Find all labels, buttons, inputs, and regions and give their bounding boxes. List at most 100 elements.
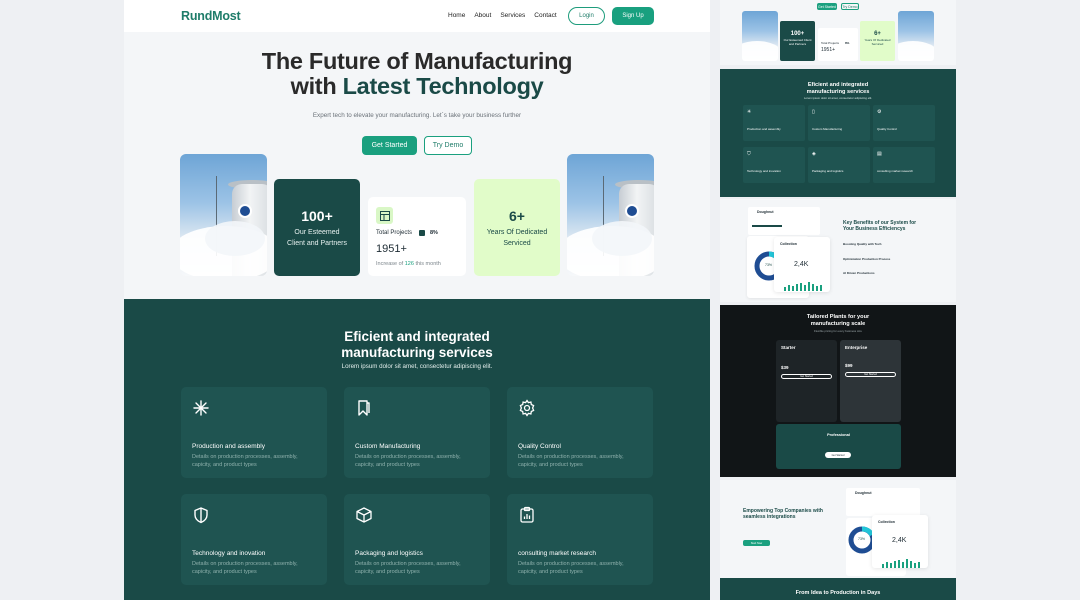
gear-icon: ⚙	[877, 109, 882, 115]
preview-service-card: ⛉ Technology and inovation	[743, 147, 805, 183]
hero-title-line1: The Future of Manufacturing	[261, 48, 573, 74]
service-title: Technology and inovation	[192, 550, 266, 557]
preview-enterprise-button[interactable]: Get Started	[845, 372, 896, 377]
service-title: Packaging and logistics	[355, 550, 423, 557]
gear-icon	[519, 399, 535, 417]
preview-idea-title: From Idea to Production in Days	[795, 590, 881, 596]
sparkle-icon	[193, 400, 209, 416]
preview-int-collection-card: Collection 2,4K	[872, 515, 928, 568]
service-card[interactable]: consulting market research Details on pr…	[507, 494, 653, 585]
preview-integrations-title: Empowering Top Companies with seamless in…	[743, 508, 823, 520]
service-desc: Details on production processes, assembl…	[192, 454, 298, 468]
screenshot-stage: RundMost Home About Services Contact Log…	[0, 0, 1080, 600]
layout-icon	[376, 207, 393, 224]
projects-increase: Increase of 126 this month	[376, 261, 441, 267]
preview-benefits-title: Key Benefits of our System for Your Busin…	[843, 220, 917, 232]
silo-logo	[625, 204, 639, 218]
clients-value: 100+	[301, 208, 333, 224]
preview-try-demo-button[interactable]: Try Demo	[841, 3, 859, 10]
bookmark-icon	[358, 400, 370, 416]
preview-services: Eficient and integrated manufacturing ser…	[720, 69, 956, 197]
clients-stat-card: 100+ Our Esteemed Client and Partners	[274, 179, 360, 276]
services-subtitle: Lorem ipsum dolor sit amet, consectetur …	[341, 363, 493, 370]
service-desc: Details on production processes, assembl…	[518, 561, 624, 575]
preview-services-title: Eficient and integrated manufacturing ser…	[806, 82, 870, 95]
service-card[interactable]: Technology and inovation Details on prod…	[181, 494, 327, 585]
preview-projects-card: Total Projects 8% 1951+	[818, 28, 858, 61]
service-title: Production and assembly	[192, 443, 265, 450]
service-title: Custom Manufacturing	[355, 443, 421, 450]
projects-percent: 8%	[430, 230, 438, 236]
login-button[interactable]: Login	[568, 7, 605, 25]
box-icon	[356, 507, 372, 523]
nav-link-about[interactable]: About	[474, 12, 491, 19]
service-desc: Details on production processes, assembl…	[518, 454, 624, 468]
preview-silo-photo	[742, 11, 778, 61]
preview-service-card: ⚙ Quality Control	[873, 105, 935, 141]
get-started-button[interactable]: Get Started	[362, 136, 417, 155]
years-label: Years Of Dedicated Serviced	[486, 229, 548, 247]
shield-icon: ⛉	[747, 151, 751, 157]
years-stat-card: 6+ Years Of Dedicated Serviced	[474, 179, 560, 276]
silo-logo	[238, 204, 252, 218]
bar-sparkline	[882, 555, 922, 568]
preview-int-brand-card: Doughnut	[846, 488, 920, 516]
cloud	[592, 221, 652, 256]
preview-plans: Tailored Plants for your manufacturing sc…	[720, 305, 956, 477]
preview-clients-card: 100+ Our Esteemed Client and Partners	[780, 21, 815, 61]
service-desc: Details on production processes, assembl…	[192, 561, 298, 575]
nav-link-services[interactable]: Services	[500, 12, 525, 19]
service-card[interactable]: Quality Control Details on production pr…	[507, 387, 653, 478]
projects-label: Total Projects	[376, 230, 413, 236]
preview-years-card: 6+ Years Of Dedicated Serviced	[860, 21, 895, 61]
hero-title-line2: with Latest Technology	[124, 74, 710, 99]
hero-subtitle: Expert tech to elevate your manufacturin…	[312, 112, 522, 119]
sparkle-icon: ✳	[747, 109, 752, 115]
hero-title-plain: with	[290, 73, 343, 99]
services-title: Eficient and integrated manufacturing se…	[341, 329, 493, 360]
cloud	[205, 221, 265, 256]
nav-link-contact[interactable]: Contact	[534, 12, 556, 19]
preview-hero: Get Started Try Demo 100+ Our Esteemed C…	[720, 0, 956, 65]
clients-label: Our Esteemed Client and Partners	[287, 229, 347, 247]
preview-plans-title: Tailored Plants for your manufacturing sc…	[806, 314, 870, 327]
logo[interactable]: RundMost	[181, 9, 241, 23]
landing-page: RundMost Home About Services Contact Log…	[124, 0, 710, 600]
preview-service-card: ◈ Packaging and logistics	[808, 147, 870, 183]
preview-professional-button[interactable]: Get Started	[825, 452, 851, 458]
service-desc: Details on production processes, assembl…	[355, 561, 461, 575]
service-title: consulting market research	[518, 550, 597, 557]
preview-starter-button[interactable]: Get Started	[781, 374, 832, 379]
preview-collection-card: Collection 2,4K	[774, 237, 830, 292]
silo-photo-left	[180, 154, 267, 276]
try-demo-button[interactable]: Try Demo	[424, 136, 472, 155]
bar-sparkline	[784, 278, 824, 291]
box-icon: ◈	[812, 151, 816, 157]
projects-value: 1951+	[376, 243, 407, 255]
preview-start-now-button[interactable]: Start Now	[743, 540, 770, 546]
preview-starter-plan: Starter $39 Get Started	[776, 340, 837, 422]
service-card[interactable]: Packaging and logistics Details on produ…	[344, 494, 490, 585]
silo-photo-right	[567, 154, 654, 276]
service-card[interactable]: Custom Manufacturing Details on producti…	[344, 387, 490, 478]
nav-links: Home About Services Contact	[448, 12, 557, 19]
preview-integrations: Empowering Top Companies with seamless in…	[720, 480, 956, 578]
preview-silo-photo	[898, 11, 934, 61]
preview-get-started-button[interactable]: Get Started	[817, 3, 837, 10]
preview-service-card: ▯ Custom Manufacturing	[808, 105, 870, 141]
preview-professional-plan: Professional Get Started	[776, 424, 901, 469]
hero-title: The Future of Manufacturing with Latest …	[124, 49, 710, 99]
preview-service-card: ▤ consulting market research	[873, 147, 935, 183]
service-card[interactable]: Production and assembly Details on produ…	[181, 387, 327, 478]
signup-button[interactable]: Sign Up	[612, 7, 654, 25]
clipboard-chart-icon	[520, 506, 534, 523]
preview-enterprise-plan: Enterprise $99 Get Started	[840, 340, 901, 422]
bookmark-icon: ▯	[812, 109, 815, 115]
clipboard-chart-icon: ▤	[877, 151, 882, 157]
preview-benefits: 73% Doughnut Collection 2,4K Key Benefit…	[720, 199, 956, 302]
service-title: Quality Control	[518, 443, 561, 450]
preview-services-subtitle: Lorem ipsum dolor sit amet, consectetur …	[803, 96, 873, 100]
services-section: Eficient and integrated manufacturing se…	[124, 299, 710, 600]
nav-link-home[interactable]: Home	[448, 12, 465, 19]
preview-brand-card: Doughnut	[748, 207, 820, 235]
